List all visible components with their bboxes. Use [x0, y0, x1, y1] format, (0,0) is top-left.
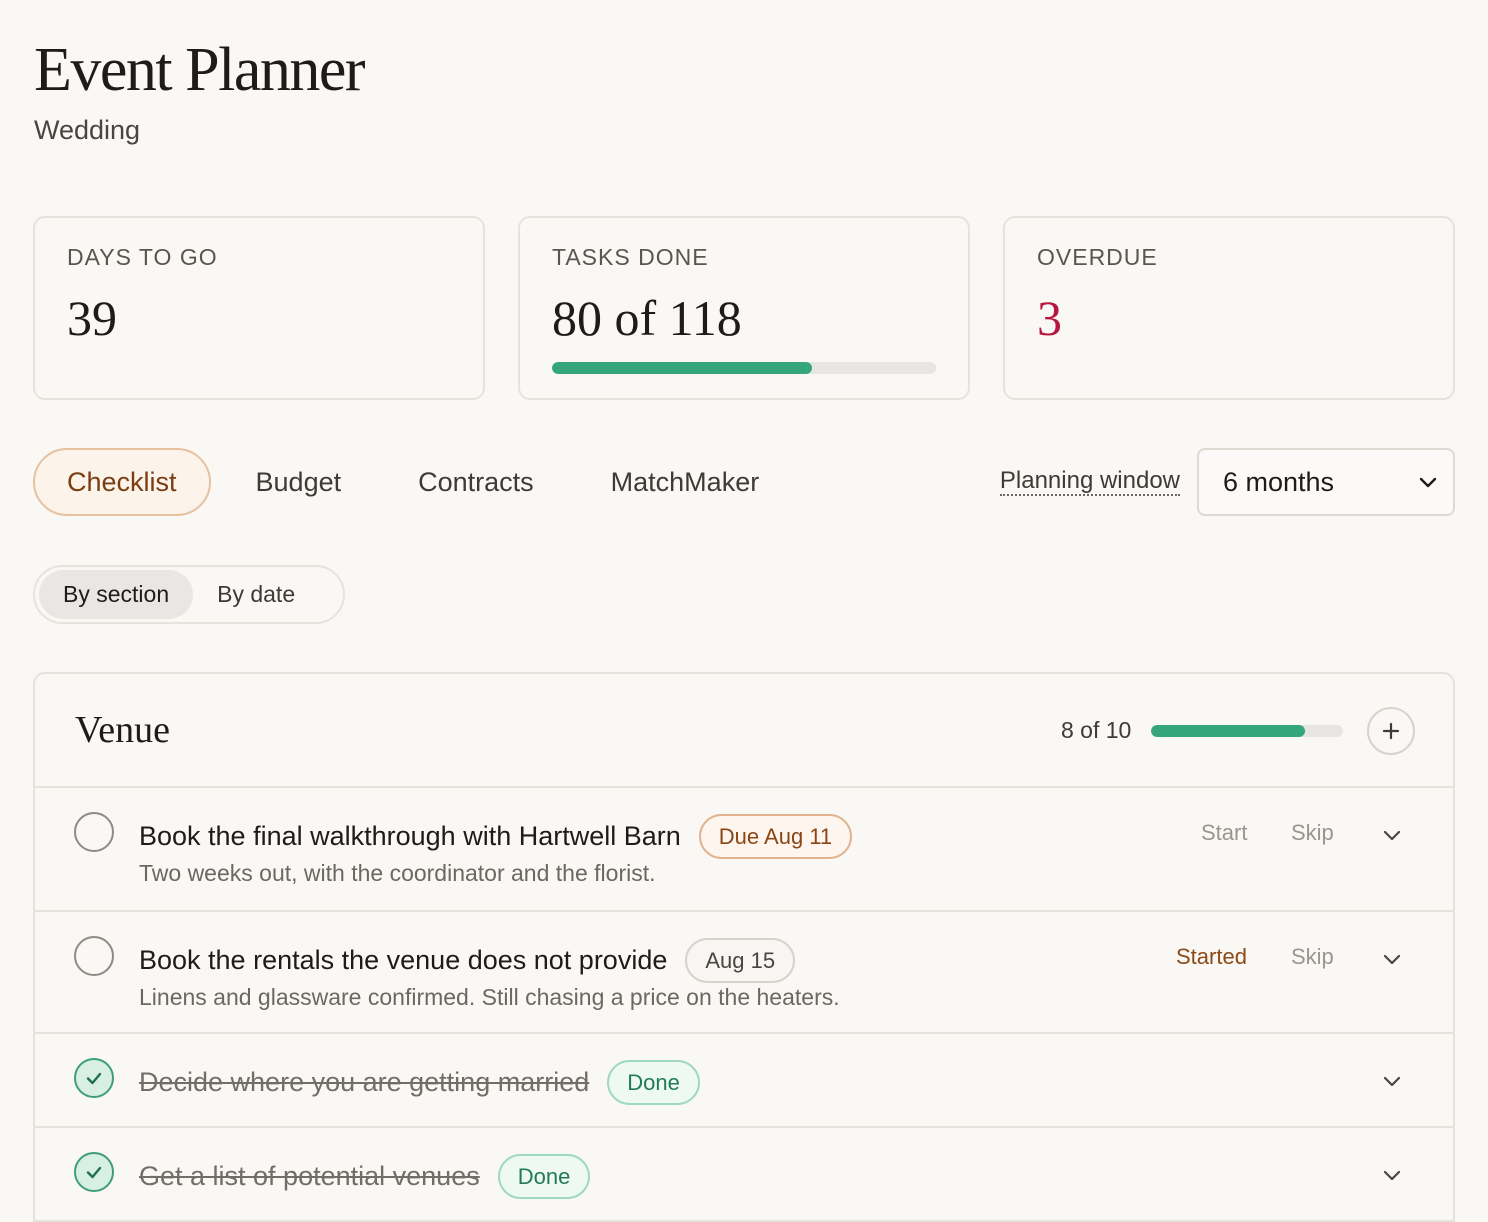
task-description: Linens and glassware confirmed. Still ch… — [139, 984, 840, 1010]
task-row: Decide where you are getting married Don… — [35, 1034, 1453, 1128]
task-title-text: Book the final walkthrough with Hartwell… — [139, 821, 681, 851]
stat-value: 80 of 118 — [552, 290, 742, 346]
start-button[interactable]: Start — [1201, 820, 1247, 846]
section-header: Venue 8 of 10 — [35, 674, 1453, 788]
chevron-down-icon[interactable] — [1381, 824, 1403, 846]
app-title: Event Planner — [34, 36, 366, 104]
stat-label: TASKS DONE — [552, 244, 709, 270]
due-badge: Due Aug 11 — [698, 814, 853, 859]
planning-window-label[interactable]: Planning window — [999, 467, 1180, 497]
planning-window-select[interactable]: 6 months — [1197, 448, 1455, 516]
date-badge: Aug 15 — [685, 938, 796, 983]
stat-overdue: OVERDUE 3 — [1003, 216, 1455, 400]
view-toggle: By section By date — [33, 565, 345, 624]
done-badge: Done — [497, 1154, 591, 1199]
section-title: Venue — [75, 709, 170, 751]
app-subtitle: Wedding — [34, 115, 141, 146]
task-row: Get a list of potential venues Done — [35, 1128, 1453, 1222]
stat-value: 3 — [1037, 290, 1062, 346]
skip-button[interactable]: Skip — [1291, 944, 1334, 970]
task-title-text: Get a list of potential venues — [139, 1161, 480, 1191]
task-title-text: Decide where you are getting married — [139, 1067, 590, 1097]
task-title[interactable]: Get a list of potential venues Done — [139, 1154, 591, 1199]
chevron-down-icon[interactable] — [1381, 1164, 1403, 1186]
main-tabs: Checklist Budget Contracts MatchMaker — [33, 448, 804, 516]
stat-label: OVERDUE — [1037, 244, 1158, 270]
chevron-down-icon — [1419, 477, 1437, 488]
started-button[interactable]: Started — [1176, 944, 1247, 970]
planning-window-value: 6 months — [1223, 466, 1335, 497]
check-icon — [86, 1166, 102, 1179]
task-title[interactable]: Book the rentals the venue does not prov… — [139, 938, 796, 983]
task-checkbox[interactable] — [74, 1058, 114, 1098]
section-progress-bar — [1151, 725, 1343, 737]
task-title-text: Book the rentals the venue does not prov… — [139, 945, 668, 975]
tasks-progress-fill — [552, 362, 813, 374]
task-title[interactable]: Decide where you are getting married Don… — [139, 1060, 700, 1105]
section-progress-fill — [1151, 725, 1305, 737]
tab-checklist[interactable]: Checklist — [33, 448, 211, 516]
stat-days-to-go: DAYS TO GO 39 — [33, 216, 485, 400]
chevron-down-icon[interactable] — [1381, 1070, 1403, 1092]
task-title[interactable]: Book the final walkthrough with Hartwell… — [139, 814, 853, 859]
stats-row: DAYS TO GO 39 TASKS DONE 80 of 118 OVERD… — [33, 216, 1455, 400]
header: Event Planner Wedding — [34, 36, 366, 146]
done-badge: Done — [607, 1060, 700, 1105]
task-checkbox[interactable] — [74, 1152, 114, 1192]
stat-value: 39 — [67, 290, 117, 346]
toggle-by-date[interactable]: By date — [193, 570, 319, 619]
section-count: 8 of 10 — [1061, 717, 1132, 743]
plus-icon — [1382, 722, 1400, 740]
task-description: Two weeks out, with the coordinator and … — [139, 860, 656, 886]
chevron-down-icon[interactable] — [1381, 948, 1403, 970]
task-checkbox[interactable] — [74, 936, 114, 976]
skip-button[interactable]: Skip — [1291, 820, 1334, 846]
add-task-button[interactable] — [1367, 707, 1415, 755]
stat-label: DAYS TO GO — [67, 244, 218, 270]
section-venue: Venue 8 of 10 Book the final walkthrough… — [33, 672, 1455, 1222]
check-icon — [86, 1072, 102, 1085]
tasks-progress-bar — [552, 362, 936, 374]
task-row: Book the rentals the venue does not prov… — [35, 912, 1453, 1034]
tab-contracts[interactable]: Contracts — [386, 448, 566, 516]
stat-tasks-done: TASKS DONE 80 of 118 — [518, 216, 970, 400]
planning-window-control: Planning window 6 months — [999, 448, 1455, 516]
task-checkbox[interactable] — [74, 812, 114, 852]
tab-matchmaker[interactable]: MatchMaker — [579, 448, 792, 516]
toggle-by-section[interactable]: By section — [39, 570, 194, 619]
tab-budget[interactable]: Budget — [224, 448, 374, 516]
task-row: Book the final walkthrough with Hartwell… — [35, 788, 1453, 912]
